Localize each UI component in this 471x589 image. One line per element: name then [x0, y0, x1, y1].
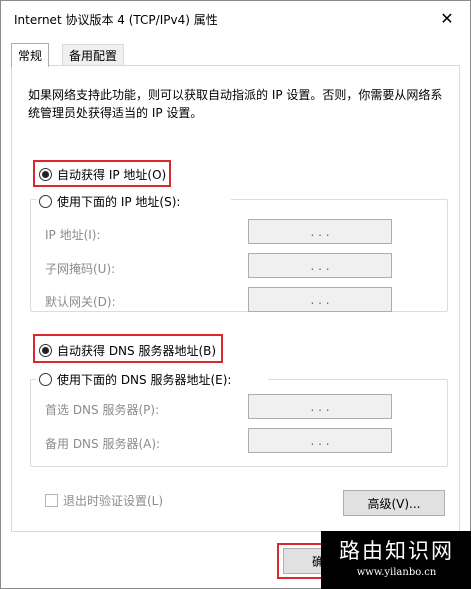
preferred-dns-label: 首选 DNS 服务器(P):	[45, 403, 160, 417]
validate-on-exit-label: 退出时验证设置(L)	[63, 494, 164, 508]
default-gateway-label: 默认网关(D):	[45, 295, 116, 309]
dns-auto-radio-row[interactable]: 自动获得 DNS 服务器地址(B)	[39, 342, 216, 359]
ip-manual-radio-row[interactable]: 使用下面的 IP 地址(S):	[39, 193, 180, 210]
tab-general[interactable]: 常规	[11, 43, 50, 67]
ip-auto-radio[interactable]	[39, 168, 52, 181]
dns-manual-group	[30, 379, 448, 467]
close-icon[interactable]: ✕	[434, 7, 460, 29]
dns-manual-label: 使用下面的 DNS 服务器地址(E):	[57, 373, 232, 387]
description-text: 如果网络支持此功能，则可以获取自动指派的 IP 设置。否则，你需要从网络系统管理…	[28, 88, 443, 120]
advanced-button[interactable]: 高级(V)...	[343, 490, 445, 516]
validate-on-exit-checkbox[interactable]	[45, 494, 58, 507]
dns-auto-label: 自动获得 DNS 服务器地址(B)	[57, 344, 217, 358]
title-bar: Internet 协议版本 4 (TCP/IPv4) 属性 ✕	[1, 1, 470, 35]
alternate-dns-input[interactable]: . . .	[248, 428, 392, 453]
ip-manual-label: 使用下面的 IP 地址(S):	[57, 195, 181, 209]
general-panel: 如果网络支持此功能，则可以获取自动指派的 IP 设置。否则，你需要从网络系统管理…	[11, 65, 460, 532]
ip-auto-radio-row[interactable]: 自动获得 IP 地址(O)	[39, 166, 166, 183]
subnet-mask-input[interactable]: . . .	[248, 253, 392, 278]
preferred-dns-input[interactable]: . . .	[248, 394, 392, 419]
alternate-dns-label: 备用 DNS 服务器(A):	[45, 437, 161, 451]
dns-auto-radio[interactable]	[39, 344, 52, 357]
tcpipv4-properties-dialog: Internet 协议版本 4 (TCP/IPv4) 属性 ✕ 常规 备用配置 …	[0, 0, 471, 589]
radio-selected-dot	[42, 171, 49, 178]
watermark-title: 路由知识网	[339, 539, 454, 563]
ip-address-label: IP 地址(I):	[45, 228, 101, 242]
dns-manual-radio[interactable]	[39, 373, 52, 386]
site-watermark: 路由知识网 www.yilanbo.cn	[321, 531, 471, 589]
validate-on-exit-row[interactable]: 退出时验证设置(L)	[45, 492, 163, 509]
window-title: Internet 协议版本 4 (TCP/IPv4) 属性	[14, 13, 218, 27]
ip-auto-label: 自动获得 IP 地址(O)	[57, 168, 167, 182]
ip-address-input[interactable]: . . .	[248, 219, 392, 244]
dns-manual-radio-row[interactable]: 使用下面的 DNS 服务器地址(E):	[39, 371, 231, 388]
ip-manual-radio[interactable]	[39, 195, 52, 208]
radio-selected-dot	[42, 347, 49, 354]
subnet-mask-label: 子网掩码(U):	[45, 262, 116, 276]
default-gateway-input[interactable]: . . .	[248, 287, 392, 312]
watermark-url: www.yilanbo.cn	[356, 567, 437, 578]
tab-alternate-config[interactable]: 备用配置	[62, 44, 125, 66]
